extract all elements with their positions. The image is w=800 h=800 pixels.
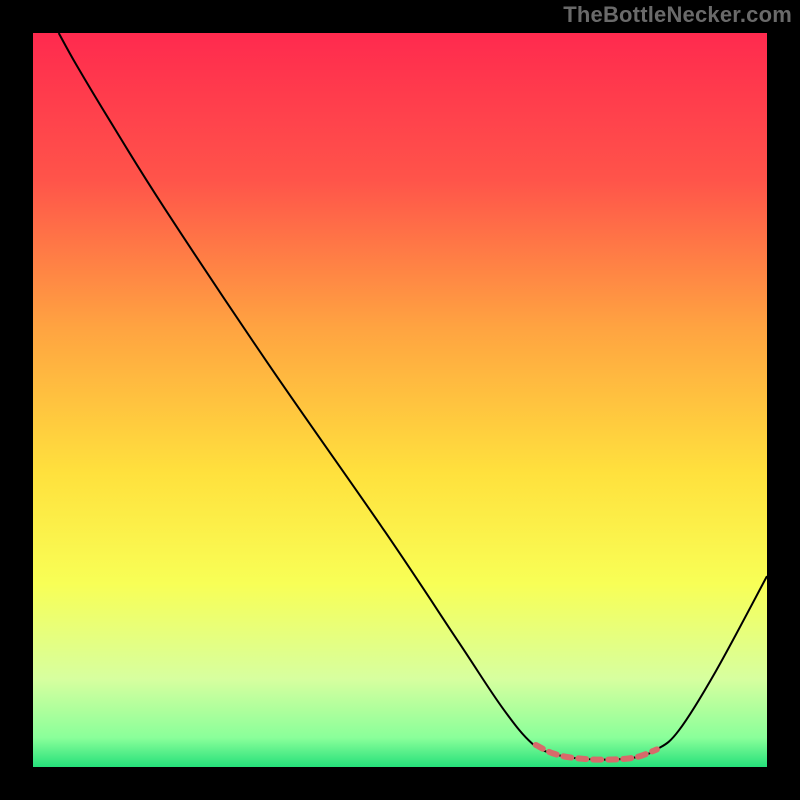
plot-area xyxy=(33,33,767,767)
chart-svg xyxy=(33,33,767,767)
watermark-text: TheBottleNecker.com xyxy=(563,2,792,28)
gradient-background xyxy=(33,33,767,767)
chart-frame: TheBottleNecker.com xyxy=(0,0,800,800)
